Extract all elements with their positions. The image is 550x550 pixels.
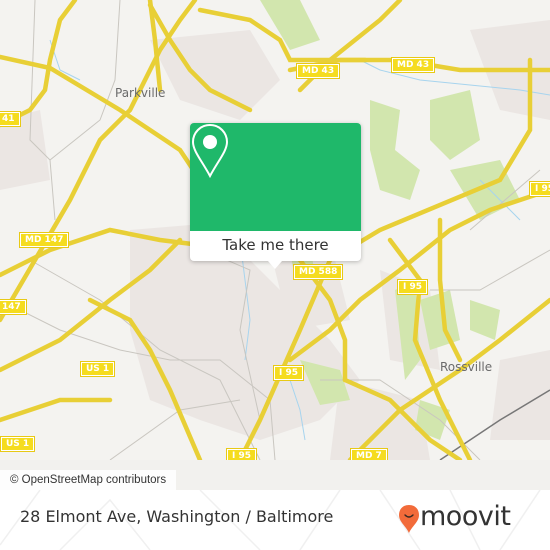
road-shield-us1-center: US 1 [79,361,116,377]
moovit-wordmark: moovit [420,501,511,532]
map-attribution[interactable]: © OpenStreetMap contributors [0,470,177,490]
road-shield-us1-south: US 1 [0,436,36,452]
road-shield-i95-interchange: I 95 [396,279,429,295]
popup-header [190,123,361,231]
road-shield-md7: MD 7 [350,448,388,460]
road-shield-md43-east: MD 43 [390,57,436,73]
road-shield-41: 41 [0,111,21,127]
moovit-pin-icon [399,505,419,533]
road-shield-i95-center: I 95 [272,365,305,381]
place-label-rossville: Rossville [440,360,493,374]
road-shield-md588: MD 588 [292,264,344,280]
road-shield-i95-northeast: I 95 [528,181,550,197]
road-shield-i95-south: I 95 [225,448,258,460]
take-me-there-button[interactable]: Take me there [190,231,361,261]
road-shield-md43-west: MD 43 [295,63,341,79]
map-pin-icon [191,123,229,179]
place-label-parkville: Parkville [115,86,166,100]
moovit-logo[interactable]: moovit [398,501,538,537]
footer-bar: 28 Elmont Ave, Washington / Baltimore mo… [0,490,550,550]
map-view[interactable]: Parkville Rossville MD 43 MD 43 I 95 MD … [0,0,550,460]
road-shield-147: 147 [0,299,27,315]
location-popup: Take me there [190,123,361,269]
road-shield-md147: MD 147 [18,232,70,248]
address-title: 28 Elmont Ave, Washington / Baltimore [20,507,334,526]
popup-pointer [268,261,282,269]
